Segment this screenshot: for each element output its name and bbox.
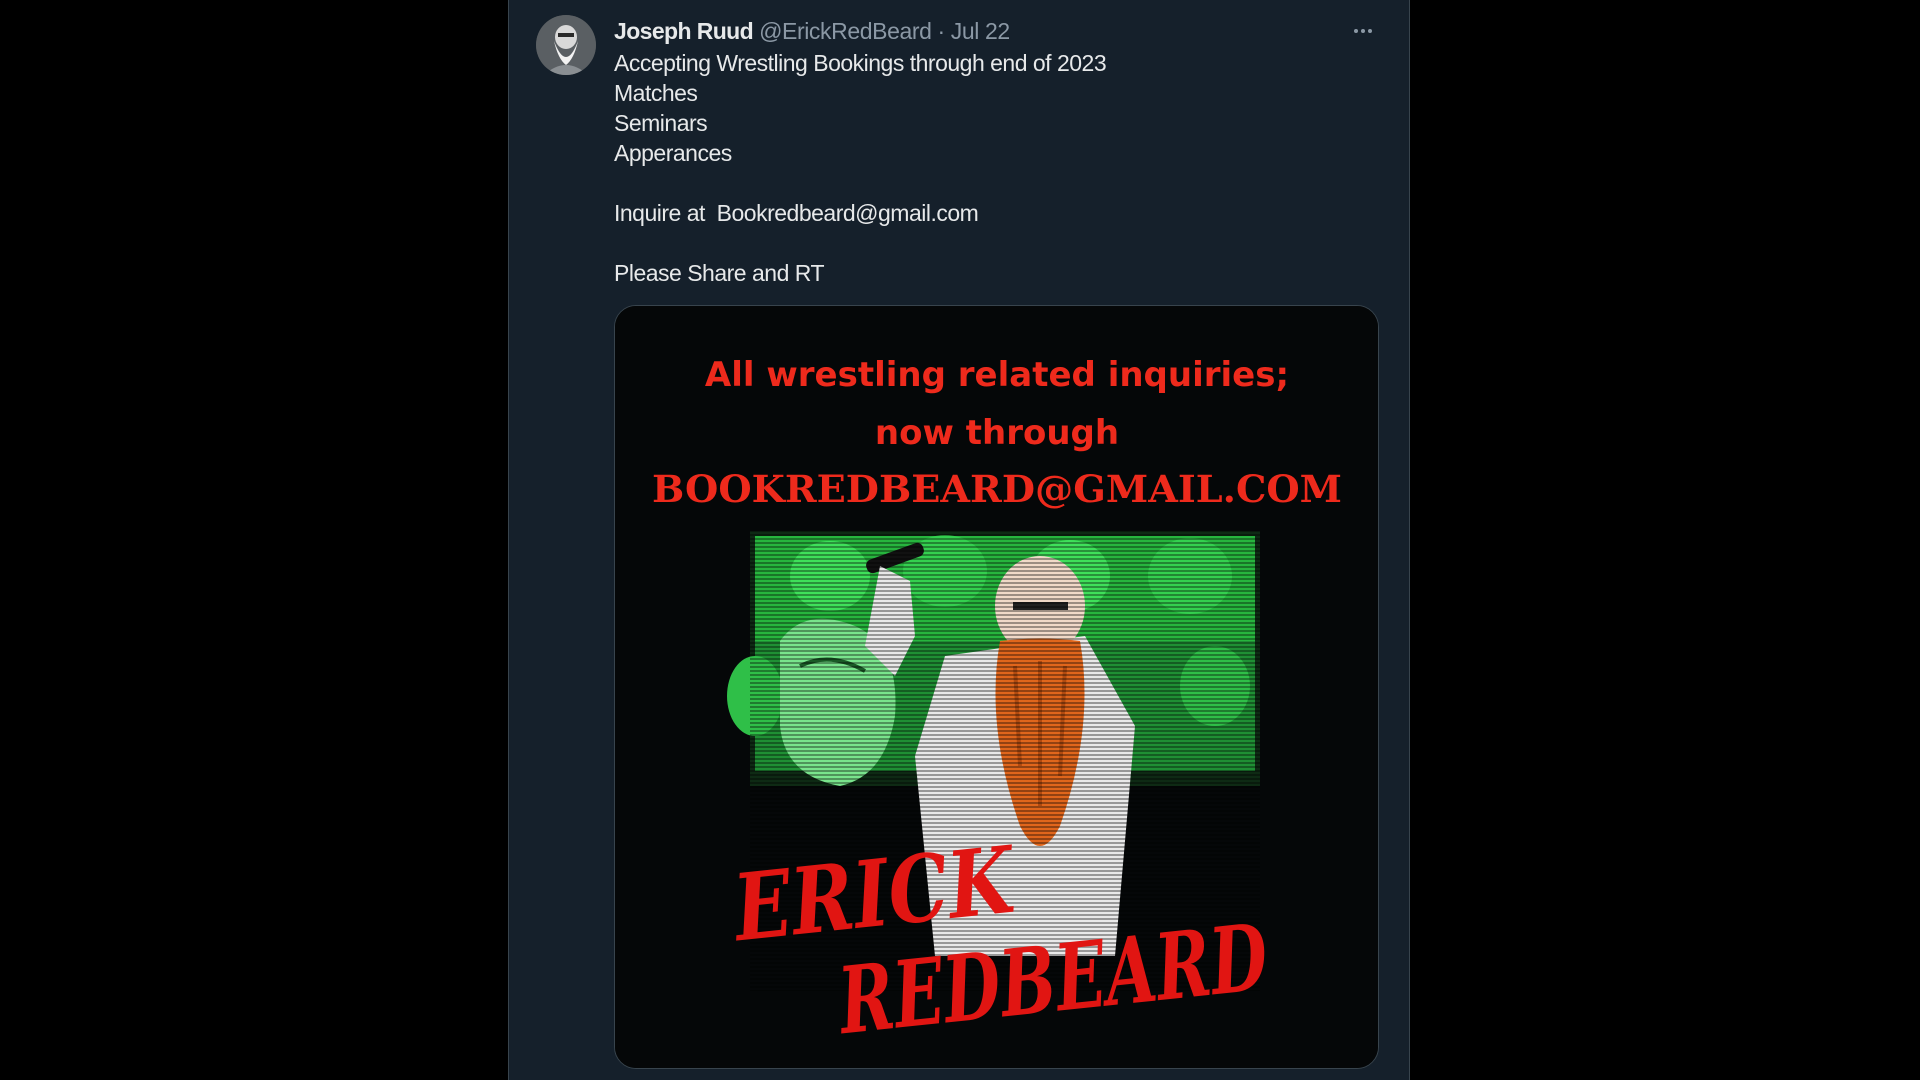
avatar[interactable] [536,15,596,75]
tweet-text-line: Accepting Wrestling Bookings through end… [614,50,1107,76]
more-horizontal-icon[interactable] [1345,14,1381,48]
tweet-date[interactable]: Jul 22 [951,18,1010,45]
separator-dot: · [937,17,946,44]
tweet-text-line: Please Share and RT [614,260,825,286]
promo-graphic: All wrestling related inquiries; now thr… [615,306,1378,1068]
tweet-text: Accepting Wrestling Bookings through end… [614,48,1374,288]
author-name[interactable]: Joseph Ruud [614,18,754,45]
promo-headline-line1: All wrestling related inquiries; [705,355,1289,395]
tweet-media-image[interactable]: All wrestling related inquiries; now thr… [614,305,1379,1069]
timeline-column: Joseph Ruud @ErickRedBeard · Jul 22 Acce… [508,0,1410,1080]
tweet-text-line: Seminars [614,110,708,136]
promo-email: BOOKREDBEARD@GMAIL.COM [652,467,1342,511]
tweet-text-line: Matches [614,80,698,106]
tweet-text-line: Apperances [614,140,732,166]
tweet-text-line: Inquire at Bookredbeard@gmail.com [614,200,979,226]
author-handle[interactable]: @ErickRedBeard [759,18,932,45]
tweet-header: Joseph Ruud @ErickRedBeard · Jul 22 [614,16,1010,46]
promo-headline-line2: now through [875,413,1119,453]
tweet[interactable]: Joseph Ruud @ErickRedBeard · Jul 22 Acce… [509,0,1409,1080]
